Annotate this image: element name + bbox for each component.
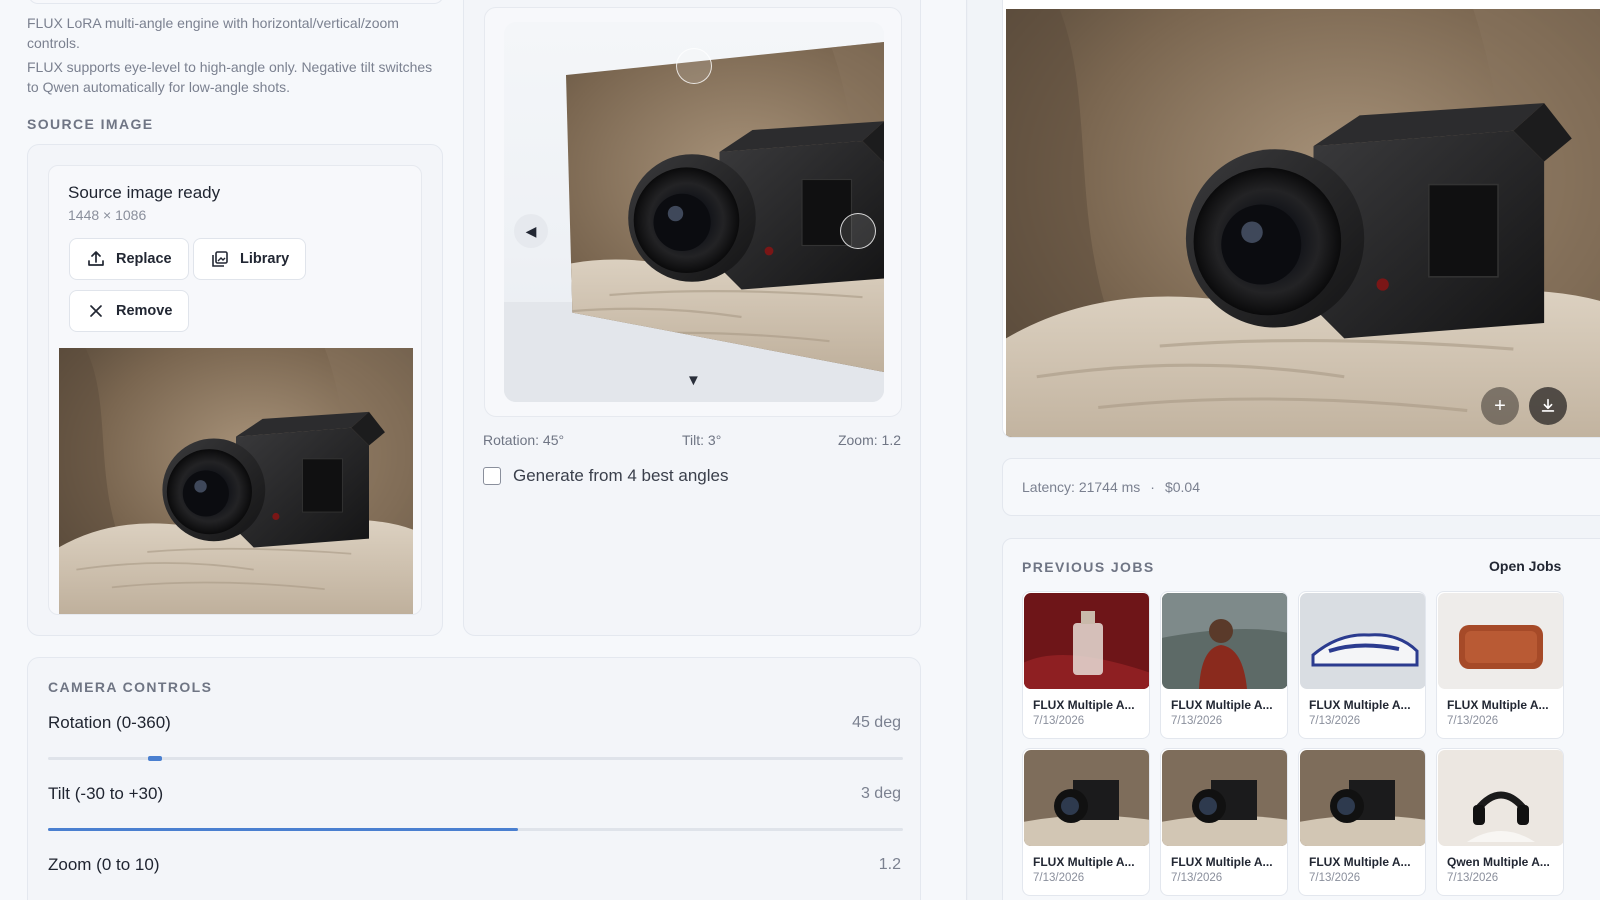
result-image-card: + <box>1002 0 1600 438</box>
job-title: FLUX Multiple A... <box>1033 855 1135 869</box>
library-button[interactable]: Library <box>193 238 307 280</box>
job-thumbnail <box>1162 593 1287 689</box>
job-title: FLUX Multiple A... <box>1309 698 1411 712</box>
zoom-readout: Zoom: 1.2 <box>837 432 901 448</box>
source-image-thumbnail <box>59 348 413 614</box>
best-angles-label: Generate from 4 best angles <box>513 466 729 485</box>
tilt-readout: Tilt: 3° <box>682 432 722 448</box>
tilt-down-button[interactable]: ▼ <box>686 372 701 389</box>
cost-text: $0.04 <box>1164 479 1201 495</box>
result-image <box>1006 9 1600 437</box>
camera-controls-heading: CAMERA CONTROLS <box>48 679 213 695</box>
triangle-left-icon: ◀ <box>525 222 537 239</box>
job-date: 7/13/2026 <box>1309 872 1361 884</box>
add-to-library-button[interactable]: + <box>1481 387 1519 425</box>
tilt-notice: FLUX supports eye-level to high-angle on… <box>27 59 433 95</box>
triangle-down-icon: ▼ <box>686 372 701 389</box>
job-date: 7/13/2026 <box>1309 715 1361 727</box>
job-thumbnail <box>1438 593 1563 689</box>
download-icon <box>1541 398 1555 412</box>
job-date: 7/13/2026 <box>1447 715 1499 727</box>
result-meta: Latency: 21744 ms · $0.04 <box>1022 479 1200 495</box>
download-button[interactable] <box>1529 387 1567 425</box>
job-tile[interactable]: FLUX Multiple A... 7/13/2026 <box>1022 748 1150 896</box>
job-title: FLUX Multiple A... <box>1309 855 1411 869</box>
library-label: Library <box>240 251 290 267</box>
remove-label: Remove <box>116 303 173 319</box>
job-title: FLUX Multiple A... <box>1033 698 1135 712</box>
previous-jobs-card: PREVIOUS JOBS Open Jobs FLUX Multiple A.… <box>1002 538 1600 900</box>
open-jobs-link[interactable]: Open Jobs <box>1489 558 1561 574</box>
job-thumbnail <box>1300 593 1425 689</box>
rotation-value: 45 deg <box>852 714 901 731</box>
job-date: 7/13/2026 <box>1447 872 1499 884</box>
tilt-slider-fill <box>48 828 518 831</box>
orbit-frame: ◀ ▼ <box>484 7 902 417</box>
zoom-value: 1.2 <box>878 856 901 873</box>
source-image-heading: SOURCE IMAGE <box>27 116 154 132</box>
rotation-readout: Rotation: 45° <box>483 432 565 448</box>
rotate-left-button[interactable]: ◀ <box>514 214 548 248</box>
job-thumbnail <box>1300 750 1425 846</box>
tilt-handle[interactable] <box>676 48 712 84</box>
replace-button[interactable]: Replace <box>69 238 189 280</box>
job-date: 7/13/2026 <box>1033 715 1085 727</box>
source-dimensions: 1448 × 1086 <box>68 207 147 223</box>
plus-icon: + <box>1494 394 1506 417</box>
job-tile[interactable]: Qwen Multiple A... 7/13/2026 <box>1436 748 1564 896</box>
job-title: FLUX Multiple A... <box>1171 855 1273 869</box>
job-date: 7/13/2026 <box>1171 872 1223 884</box>
meta-separator: · <box>1150 479 1155 495</box>
camera-controls-card: CAMERA CONTROLS Rotation (0-360) 45 deg … <box>27 657 921 900</box>
rotation-handle[interactable] <box>840 213 876 249</box>
job-date: 7/13/2026 <box>1171 715 1223 727</box>
replace-label: Replace <box>116 251 172 267</box>
close-icon <box>90 305 102 317</box>
tilt-label: Tilt (-30 to +30) <box>48 784 164 803</box>
remove-button[interactable]: Remove <box>69 290 190 332</box>
upload-icon <box>88 251 104 266</box>
rotation-slider[interactable] <box>48 756 903 761</box>
job-tile[interactable]: FLUX Multiple A... 7/13/2026 <box>1022 591 1150 739</box>
job-thumbnail <box>1024 593 1149 689</box>
tilt-slider[interactable] <box>48 828 903 831</box>
rotation-slider-thumb[interactable] <box>148 756 162 761</box>
angle-preview-card: ◀ ▼ Rotation: 45° Tilt: 3° Zoom: 1.2 Gen… <box>463 0 921 636</box>
job-title: FLUX Multiple A... <box>1447 698 1549 712</box>
source-image-card: Source image ready 1448 × 1086 Replace L… <box>27 144 443 636</box>
best-angles-option[interactable]: Generate from 4 best angles <box>483 466 728 486</box>
job-thumbnail <box>1162 750 1287 846</box>
job-tile[interactable]: FLUX Multiple A... 7/13/2026 <box>1436 591 1564 739</box>
job-date: 7/13/2026 <box>1033 872 1085 884</box>
job-thumbnail <box>1438 750 1563 846</box>
job-tile[interactable]: FLUX Multiple A... 7/13/2026 <box>1160 748 1288 896</box>
library-icon <box>212 251 228 267</box>
result-meta-card: Latency: 21744 ms · $0.04 <box>1002 458 1600 516</box>
previous-jobs-heading: PREVIOUS JOBS <box>1022 559 1155 575</box>
job-thumbnail <box>1024 750 1149 846</box>
zoom-label: Zoom (0 to 10) <box>48 855 160 874</box>
source-image-box: Source image ready 1448 × 1086 Replace L… <box>48 165 422 615</box>
engine-description: FLUX LoRA multi-angle engine with horizo… <box>27 15 399 51</box>
rotation-label: Rotation (0-360) <box>48 713 171 732</box>
job-tile[interactable]: FLUX Multiple A... 7/13/2026 <box>1160 591 1288 739</box>
card-stub <box>28 0 444 4</box>
job-tile[interactable]: FLUX Multiple A... 7/13/2026 <box>1298 591 1426 739</box>
latency-text: Latency: 21744 ms <box>1022 479 1141 495</box>
orbit-stage[interactable]: ◀ ▼ <box>504 22 884 402</box>
job-tile[interactable]: FLUX Multiple A... 7/13/2026 <box>1298 748 1426 896</box>
source-status: Source image ready <box>68 183 221 202</box>
best-angles-checkbox[interactable] <box>483 467 501 485</box>
tilt-value: 3 deg <box>860 785 901 802</box>
job-title: Qwen Multiple A... <box>1447 855 1550 869</box>
job-title: FLUX Multiple A... <box>1171 698 1273 712</box>
